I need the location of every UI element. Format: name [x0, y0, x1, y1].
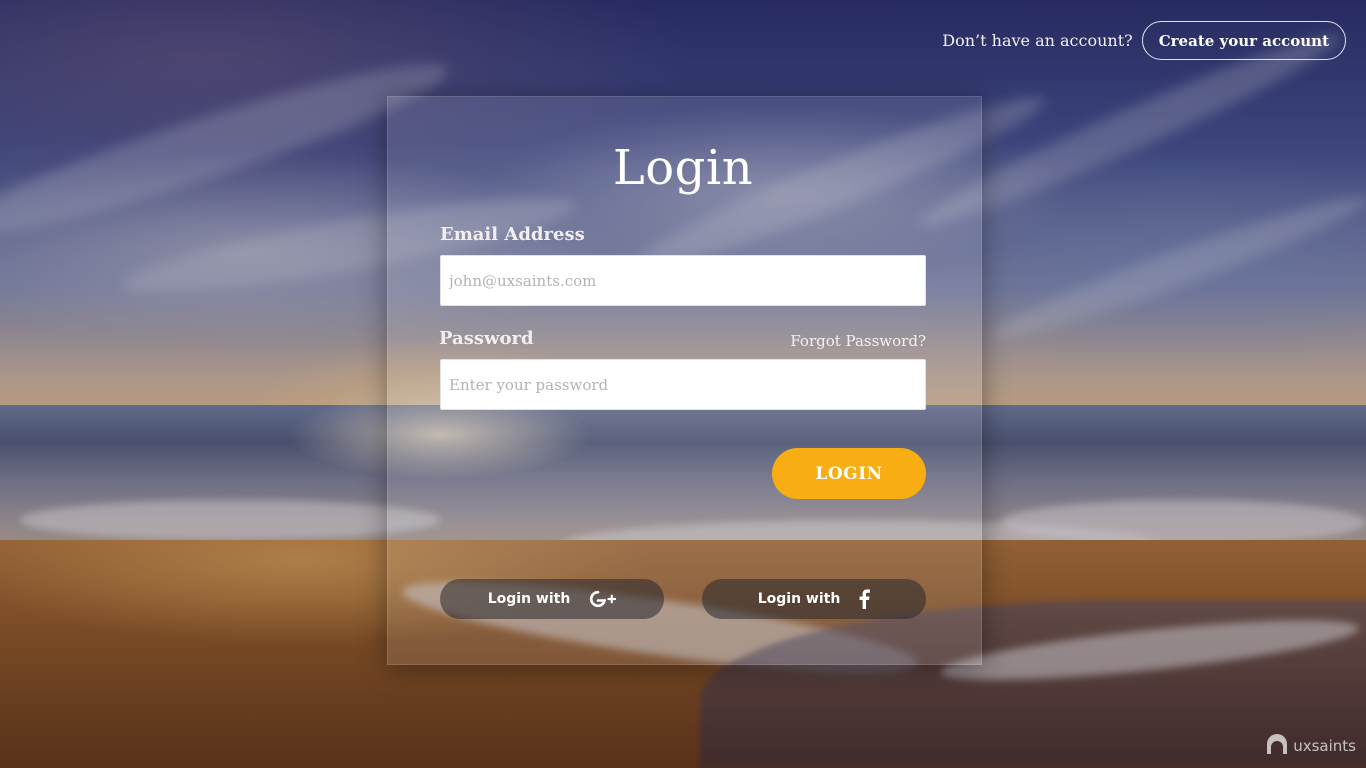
email-label: Email Address — [440, 224, 585, 245]
account-prompt-bar: Don’t have an account? Create your accou… — [942, 21, 1346, 60]
password-input[interactable] — [440, 359, 926, 410]
uxsaints-logo: uxsaints — [1265, 733, 1356, 759]
login-title: Login — [612, 140, 754, 196]
password-label: Password — [439, 328, 534, 349]
no-account-text: Don’t have an account? — [942, 31, 1133, 50]
uxsaints-logo-icon — [1265, 733, 1289, 759]
forgot-password-link[interactable]: Forgot Password? — [790, 332, 926, 350]
email-input[interactable] — [440, 255, 926, 306]
login-with-facebook-button[interactable]: Login with — [702, 579, 926, 619]
create-account-button[interactable]: Create your account — [1141, 21, 1346, 60]
login-button[interactable]: LOGIN — [772, 448, 926, 499]
google-plus-icon — [588, 589, 617, 609]
facebook-login-label: Login with — [757, 591, 841, 607]
login-with-google-button[interactable]: Login with — [440, 579, 664, 619]
uxsaints-logo-text: uxsaints — [1293, 737, 1356, 755]
facebook-icon — [858, 589, 871, 609]
google-login-label: Login with — [487, 591, 571, 607]
